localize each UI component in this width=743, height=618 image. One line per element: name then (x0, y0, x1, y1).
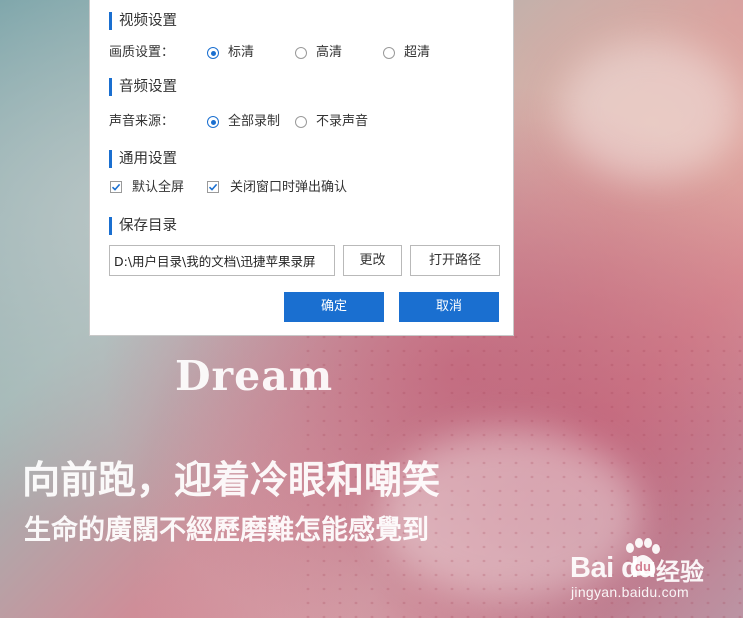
video-quality-label: 画质设置： (109, 45, 175, 60)
quality-sd-radio[interactable] (207, 47, 219, 59)
svg-text:du: du (635, 559, 651, 574)
quality-sd-label[interactable]: 标清 (228, 44, 254, 62)
audio-none-radio[interactable] (295, 116, 307, 128)
close-confirm-label[interactable]: 关闭窗口时弹出确认 (230, 179, 347, 197)
audio-none-label[interactable]: 不录声音 (316, 113, 368, 131)
video-settings-title: 视频设置 (109, 12, 177, 30)
watermark-brand-cn: 经验 (656, 558, 704, 586)
quality-hd-label[interactable]: 高清 (316, 44, 342, 62)
background-cloud (560, 40, 740, 180)
settings-dialog: 视频设置 画质设置： 标清 高清 超清 音频设置 声音来源： 全部录制 不录声音… (89, 0, 514, 336)
baidu-jingyan-watermark: Bai du du 经验 jingyan.baidu.com (570, 538, 735, 608)
poster-line-1: 向前跑，迎着冷眼和嘲笑 (22, 457, 441, 502)
audio-all-label[interactable]: 全部录制 (228, 113, 280, 131)
cancel-button[interactable]: 取消 (399, 292, 499, 322)
save-dir-title: 保存目录 (109, 217, 177, 235)
audio-source-label: 声音来源： (109, 114, 175, 129)
save-path-input[interactable] (109, 245, 335, 276)
watermark-url: jingyan.baidu.com (571, 584, 689, 600)
audio-all-radio[interactable] (207, 116, 219, 128)
fullscreen-checkbox[interactable] (110, 181, 122, 193)
ok-button[interactable]: 确定 (284, 292, 384, 322)
fullscreen-label[interactable]: 默认全屏 (132, 179, 184, 197)
poster-title: Dream (175, 352, 334, 400)
change-dir-button[interactable]: 更改 (343, 245, 402, 276)
general-settings-title: 通用设置 (109, 150, 177, 168)
poster-line-2: 生命的廣闊不經歷磨難怎能感覺到 (24, 515, 429, 546)
audio-settings-title: 音频设置 (109, 78, 177, 96)
close-confirm-checkbox[interactable] (207, 181, 219, 193)
open-path-button[interactable]: 打开路径 (410, 245, 500, 276)
quality-uhd-label[interactable]: 超清 (404, 44, 430, 62)
quality-uhd-radio[interactable] (383, 47, 395, 59)
quality-hd-radio[interactable] (295, 47, 307, 59)
